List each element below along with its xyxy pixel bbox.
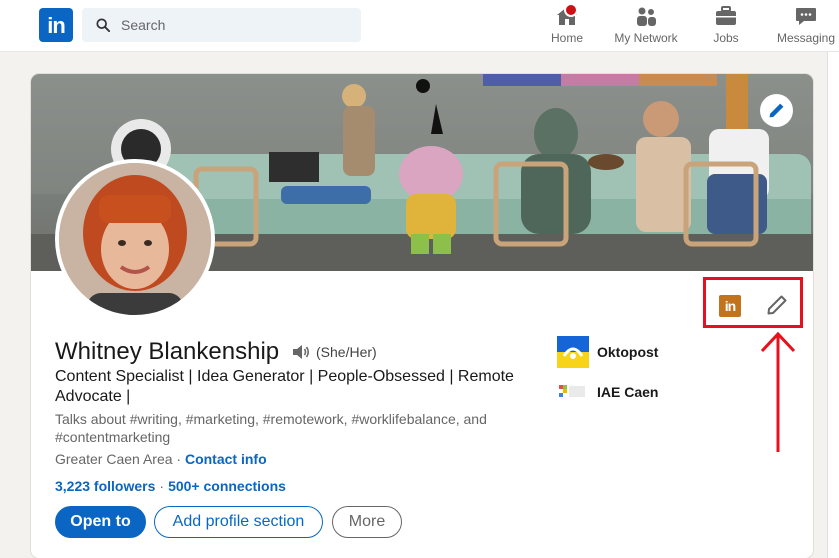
profile-stats: 3,223 followers · 500+ connections [55, 478, 286, 494]
nav-jobs[interactable]: Jobs [709, 4, 743, 50]
speaker-icon[interactable] [291, 342, 311, 362]
edit-banner-button[interactable] [760, 94, 793, 127]
profile-photo-image [59, 163, 211, 315]
add-profile-section-button[interactable]: Add profile section [154, 506, 323, 538]
connections-link[interactable]: 500+ connections [168, 478, 286, 494]
iae-caen-logo [557, 376, 589, 408]
followers-link[interactable]: 3,223 followers [55, 478, 155, 494]
linkedin-logo[interactable]: in [39, 8, 73, 42]
annotation-arrow-icon [760, 331, 796, 452]
pencil-icon [769, 103, 784, 118]
nav-jobs-label: Jobs [713, 31, 739, 45]
nav-my-network[interactable]: My Network [612, 4, 680, 50]
profile-talks-about: Talks about #writing, #marketing, #remot… [55, 411, 487, 445]
profile-headline: Content Specialist | Idea Generator | Pe… [55, 368, 514, 405]
notification-badge [564, 3, 578, 17]
more-button[interactable]: More [332, 506, 402, 538]
nav-my-network-label: My Network [614, 31, 678, 45]
profile-name: Whitney Blankenship [55, 338, 280, 365]
oktopost-logo [557, 336, 589, 368]
org-oktopost-name: Oktopost [597, 344, 659, 360]
profile-location: Greater Caen Area [55, 451, 173, 467]
search-icon [96, 18, 110, 32]
top-navigation: in Search Home My Network Jobs Messaging [0, 0, 839, 52]
location-separator: · [172, 451, 185, 467]
nav-messaging-label: Messaging [776, 31, 836, 45]
profile-pronouns: (She/Her) [316, 344, 377, 360]
right-sidebar-edge [827, 52, 839, 558]
edit-intro-pencil-icon[interactable] [766, 294, 788, 316]
org-iae-caen-name: IAE Caen [597, 384, 659, 400]
annotation-highlight-box [703, 277, 803, 328]
nav-messaging[interactable]: Messaging [776, 4, 836, 50]
messaging-icon [796, 8, 816, 25]
search-bar[interactable]: Search [82, 8, 361, 42]
contact-info-link[interactable]: Contact info [185, 451, 267, 467]
briefcase-icon [716, 6, 736, 25]
profile-card: Whitney Blankenship (She/Her) Content Sp… [31, 74, 813, 558]
network-icon [637, 7, 656, 26]
profile-location-line: Greater Caen Area · Contact info [55, 451, 267, 467]
search-placeholder[interactable]: Search [121, 17, 165, 33]
nav-home[interactable]: Home [547, 3, 587, 50]
linkedin-badge-icon[interactable]: in [719, 295, 741, 317]
profile-photo[interactable] [55, 159, 215, 319]
stats-separator: · [159, 478, 165, 494]
open-to-button[interactable]: Open to [55, 506, 146, 538]
nav-home-label: Home [550, 31, 583, 45]
